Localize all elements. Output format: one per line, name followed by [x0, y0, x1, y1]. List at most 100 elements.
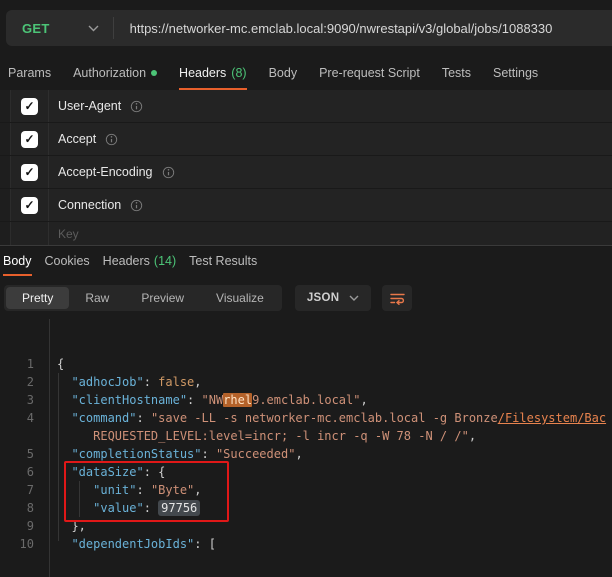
wrap-text-button[interactable] [382, 285, 412, 311]
row-drag-handle[interactable] [0, 123, 11, 155]
request-tab-headers[interactable]: Headers (8) [179, 55, 247, 90]
response-view-row: PrettyRawPreviewVisualize JSON [4, 283, 612, 313]
indent-guide [58, 373, 59, 541]
tab-label: Pre-request Script [319, 66, 420, 80]
header-key-label[interactable]: Connection [49, 198, 121, 212]
code-line: 1{ [0, 355, 612, 373]
info-icon[interactable] [105, 133, 118, 146]
search-match-highlight: rhel [223, 393, 252, 407]
tab-label: Tests [442, 66, 471, 80]
request-tabs: Params Authorization Headers (8) Body Pre-req… [0, 55, 612, 90]
response-tab-headers[interactable]: Headers(14) [103, 246, 176, 276]
checkbox-cell: ✓ [11, 90, 49, 122]
indent-guide [79, 481, 80, 517]
checkbox-cell: ✓ [11, 189, 49, 221]
row-drag-handle[interactable] [0, 156, 11, 188]
gutter-border [49, 319, 50, 577]
tab-label: Body [269, 66, 298, 80]
view-mode-pretty[interactable]: Pretty [6, 287, 69, 309]
checkbox-cell [11, 222, 49, 246]
language-selector[interactable]: JSON [295, 285, 372, 311]
tab-label: Params [8, 66, 51, 80]
code-line: REQUESTED_LEVEL:level=incr; -l incr -q -… [0, 427, 612, 445]
info-icon[interactable] [162, 166, 175, 179]
code-lines: 1{2 "adhocJob": false,3 "clientHostname"… [0, 355, 612, 553]
line-number: 7 [0, 481, 34, 499]
tab-label: Test Results [189, 254, 257, 268]
response-tab-body[interactable]: Body [3, 246, 32, 276]
row-drag-handle [0, 222, 11, 246]
request-tab-authorization[interactable]: Authorization [73, 55, 157, 90]
line-content: "command": "save -LL -s networker-mc.emc… [34, 409, 606, 427]
line-number: 3 [0, 391, 34, 409]
code-line: 4 "command": "save -LL -s networker-mc.e… [0, 409, 612, 427]
header-checkbox[interactable]: ✓ [21, 197, 38, 214]
tab-count-badge: (14) [154, 254, 176, 268]
line-number: 10 [0, 535, 34, 553]
line-number: 8 [0, 499, 34, 517]
header-row: ✓ Connection [0, 189, 612, 222]
line-content: "clientHostname": "NWrhel9.emclab.local"… [34, 391, 368, 409]
request-tab-params[interactable]: Params [8, 55, 51, 90]
method-selector[interactable]: GET [6, 21, 50, 36]
tab-label: Body [3, 254, 32, 268]
green-dot-icon [151, 70, 157, 76]
line-content: "dataSize": { [34, 463, 165, 481]
checkbox-cell: ✓ [11, 156, 49, 188]
line-number: 9 [0, 517, 34, 535]
new-header-row: Key [0, 222, 612, 247]
request-tab-settings[interactable]: Settings [493, 55, 538, 90]
code-line: 3 "clientHostname": "NWrhel9.emclab.loca… [0, 391, 612, 409]
line-number: 2 [0, 373, 34, 391]
line-content: "completionStatus": "Succeeded", [34, 445, 303, 463]
line-number: 1 [0, 355, 34, 373]
line-number [0, 427, 34, 445]
tab-label: Settings [493, 66, 538, 80]
response-body-json[interactable]: 1{2 "adhocJob": false,3 "clientHostname"… [0, 319, 612, 577]
code-line: 5 "completionStatus": "Succeeded", [0, 445, 612, 463]
header-key-label[interactable]: Accept-Encoding [49, 165, 153, 179]
info-icon[interactable] [130, 199, 143, 212]
request-tab-body[interactable]: Body [269, 55, 298, 90]
checkbox-cell: ✓ [11, 123, 49, 155]
view-mode-raw[interactable]: Raw [69, 287, 125, 309]
response-tabs: Body Cookies Headers(14) Test Results [0, 246, 612, 276]
header-key-label[interactable]: User-Agent [49, 99, 121, 113]
view-mode-visualize[interactable]: Visualize [200, 287, 280, 309]
line-content: "dependentJobIds": [ [34, 535, 216, 553]
tab-label: Headers [179, 66, 226, 80]
line-number: 5 [0, 445, 34, 463]
method-chevron-icon[interactable] [50, 25, 113, 32]
header-checkbox[interactable]: ✓ [21, 98, 38, 115]
wrap-text-icon [389, 291, 406, 306]
request-tab-pre-request-script[interactable]: Pre-request Script [319, 55, 420, 90]
header-checkbox[interactable]: ✓ [21, 131, 38, 148]
code-line: 2 "adhocJob": false, [0, 373, 612, 391]
row-drag-handle[interactable] [0, 90, 11, 122]
header-row: ✓ Accept [0, 123, 612, 156]
header-row: ✓ Accept-Encoding [0, 156, 612, 189]
line-number: 4 [0, 409, 34, 427]
view-mode-preview[interactable]: Preview [125, 287, 200, 309]
line-content: "unit": "Byte", [34, 481, 202, 499]
chevron-down-icon [349, 295, 359, 301]
url-input[interactable]: https://networker-mc.emclab.local:9090/n… [114, 21, 553, 36]
line-content: REQUESTED_LEVEL:level=incr; -l incr -q -… [34, 427, 476, 445]
key-input[interactable]: Key [49, 227, 79, 241]
row-drag-handle[interactable] [0, 189, 11, 221]
language-label: JSON [307, 292, 340, 304]
request-tab-tests[interactable]: Tests [442, 55, 471, 90]
info-icon[interactable] [130, 100, 143, 113]
tab-count-badge: (8) [231, 66, 246, 80]
line-content: }, [34, 517, 86, 535]
view-mode-group: PrettyRawPreviewVisualize [4, 285, 282, 311]
tab-label: Authorization [73, 66, 146, 80]
response-tab-test-results[interactable]: Test Results [189, 246, 257, 276]
code-line: 10 "dependentJobIds": [ [0, 535, 612, 553]
path-link[interactable]: /Filesystem/Bac [498, 411, 606, 425]
header-checkbox[interactable]: ✓ [21, 164, 38, 181]
tab-label: Cookies [45, 254, 90, 268]
header-key-label[interactable]: Accept [49, 132, 96, 146]
header-row: ✓ User-Agent [0, 90, 612, 123]
response-tab-cookies[interactable]: Cookies [45, 246, 90, 276]
